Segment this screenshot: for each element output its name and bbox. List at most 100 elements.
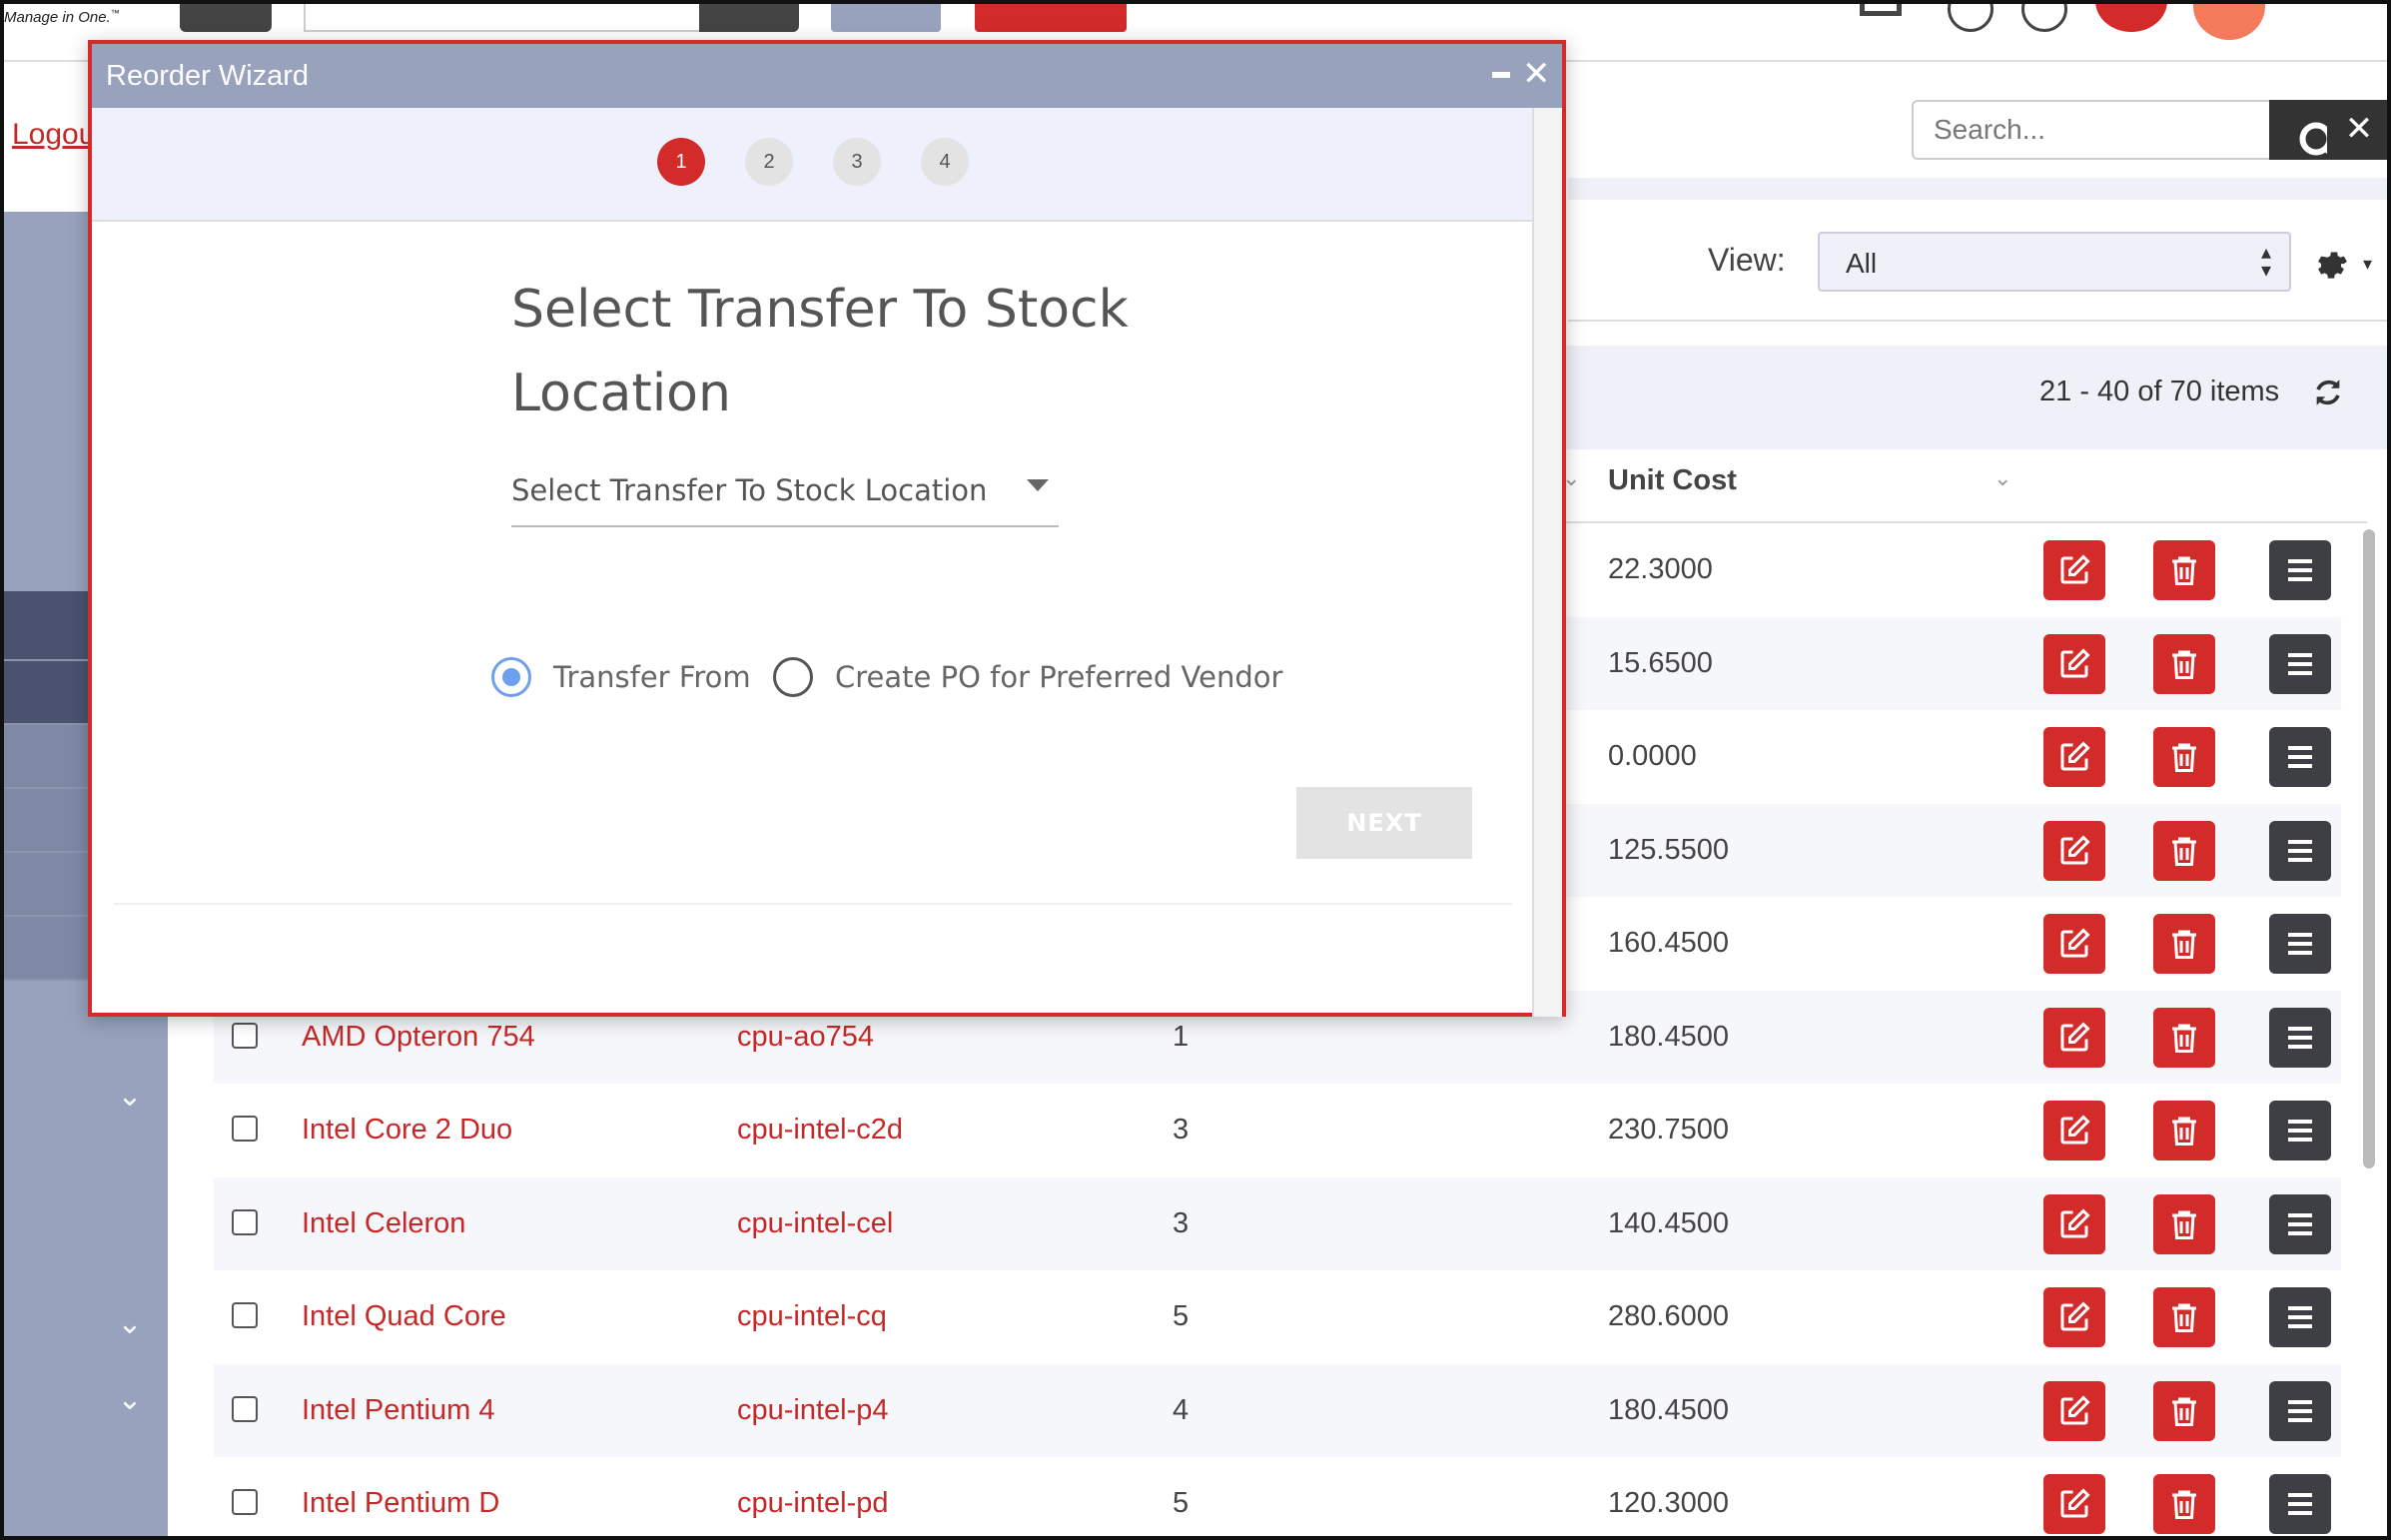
product-name-link[interactable]: Intel Quad Core <box>302 1300 506 1333</box>
sidebar-item-active-sub[interactable] <box>0 661 90 725</box>
modal-title-bar[interactable]: Reorder Wizard ✕ <box>92 44 1562 108</box>
product-sku-link[interactable]: cpu-intel-pd <box>737 1487 889 1520</box>
edit-button[interactable] <box>2043 1474 2105 1534</box>
chevron-down-icon[interactable]: ⌄ <box>114 1308 146 1340</box>
row-menu-button[interactable] <box>2269 633 2331 694</box>
product-sku-link[interactable]: cpu-ao754 <box>737 1021 874 1054</box>
delete-button[interactable] <box>2153 1193 2215 1254</box>
scrollbar[interactable] <box>2363 529 2375 1168</box>
delete-button[interactable] <box>2153 540 2215 600</box>
edit-button[interactable] <box>2043 914 2105 974</box>
wizard-step-3[interactable]: 3 <box>833 138 881 186</box>
delete-button[interactable] <box>2153 1287 2215 1347</box>
edit-button[interactable] <box>2043 540 2105 600</box>
product-name-link[interactable]: AMD Opteron 754 <box>302 1021 535 1054</box>
column-header-unit-cost[interactable]: Unit Cost <box>1608 464 1737 497</box>
product-name-link[interactable]: Intel Pentium D <box>302 1487 499 1520</box>
row-checkbox[interactable] <box>232 1208 258 1235</box>
app-avatar[interactable] <box>2095 0 2167 32</box>
product-name-link[interactable]: Intel Celeron <box>302 1207 465 1240</box>
next-button[interactable]: NEXT <box>1296 787 1472 859</box>
row-menu-button[interactable] <box>2269 1193 2331 1254</box>
row-menu-button[interactable] <box>2269 1474 2331 1534</box>
product-sku-link[interactable]: cpu-intel-c2d <box>737 1114 903 1147</box>
row-menu-button[interactable] <box>2269 1101 2331 1160</box>
stock-location-select[interactable]: Select Transfer To Stock Location <box>511 465 1059 527</box>
close-icon[interactable]: ✕ <box>1522 54 1551 94</box>
radio-transfer-from[interactable]: Transfer From <box>491 655 751 699</box>
edit-button[interactable] <box>2043 1380 2105 1441</box>
edit-icon <box>2060 1207 2090 1237</box>
delete-button[interactable] <box>2153 1007 2215 1068</box>
edit-button[interactable] <box>2043 633 2105 694</box>
main-menu-button[interactable] <box>180 0 272 32</box>
chevron-down-icon[interactable]: ⌄ <box>114 1081 146 1113</box>
row-menu-button[interactable] <box>2269 914 2331 974</box>
help-icon[interactable] <box>1948 0 1993 32</box>
row-menu-button[interactable] <box>2269 1380 2331 1441</box>
radio-selected-icon[interactable] <box>491 657 531 697</box>
product-sku-link[interactable]: cpu-intel-p4 <box>737 1394 889 1427</box>
delete-button[interactable] <box>2153 633 2215 694</box>
wizard-step-4[interactable]: 4 <box>921 138 969 186</box>
row-menu-button[interactable] <box>2269 540 2331 600</box>
sidebar-item-active[interactable] <box>0 591 90 661</box>
delete-button[interactable] <box>2153 914 2215 974</box>
edit-button[interactable] <box>2043 820 2105 881</box>
edit-icon <box>2060 834 2090 864</box>
refresh-icon[interactable] <box>2311 376 2345 409</box>
delete-button[interactable] <box>2153 1380 2215 1441</box>
user-avatar[interactable] <box>2193 0 2265 40</box>
chevron-down-icon[interactable]: ⌄ <box>1993 465 2011 491</box>
wizard-step-2[interactable]: 2 <box>745 138 793 186</box>
sidebar-item[interactable] <box>0 789 90 853</box>
row-checkbox[interactable] <box>232 1302 258 1328</box>
sidebar-item[interactable] <box>0 853 90 917</box>
global-search-button[interactable] <box>699 0 799 32</box>
row-checkbox[interactable] <box>232 1116 258 1142</box>
table-row: Intel Quad Core cpu-intel-cq 5 280.6000 <box>214 1270 2341 1363</box>
edit-button[interactable] <box>2043 1007 2105 1068</box>
chevron-down-icon[interactable]: ⌄ <box>114 1384 146 1416</box>
toolbar-grey-button[interactable] <box>831 0 941 32</box>
search-button[interactable] <box>2269 100 2340 163</box>
fullscreen-icon[interactable] <box>1860 0 1902 16</box>
delete-button[interactable] <box>2153 1474 2215 1534</box>
global-search-input[interactable] <box>304 0 703 32</box>
edit-button[interactable] <box>2043 727 2105 787</box>
table-row: Intel Pentium D cpu-intel-pd 5 120.3000 <box>214 1457 2341 1540</box>
row-checkbox[interactable] <box>232 1489 258 1515</box>
product-name-link[interactable]: Intel Pentium 4 <box>302 1394 494 1427</box>
row-menu-button[interactable] <box>2269 727 2331 787</box>
search-input[interactable]: Search... <box>1912 100 2271 160</box>
close-icon[interactable]: ✕ <box>2327 100 2391 160</box>
delete-button[interactable] <box>2153 1101 2215 1160</box>
toolbar-red-button[interactable] <box>975 0 1127 32</box>
product-qty: 3 <box>1173 1114 1190 1146</box>
row-menu-button[interactable] <box>2269 820 2331 881</box>
radio-create-po[interactable]: Create PO for Preferred Vendor <box>773 655 1282 699</box>
view-select[interactable]: All ▴ ▾ <box>1818 232 2291 292</box>
row-menu-button[interactable] <box>2269 1007 2331 1068</box>
logout-link[interactable]: Logou <box>12 118 95 152</box>
delete-button[interactable] <box>2153 727 2215 787</box>
row-checkbox[interactable] <box>232 1022 258 1049</box>
wizard-step-1[interactable]: 1 <box>657 138 705 186</box>
row-checkbox[interactable] <box>232 1395 258 1422</box>
radio-unselected-icon[interactable] <box>773 657 813 697</box>
row-menu-button[interactable] <box>2269 1287 2331 1347</box>
chevron-down-icon[interactable]: ▾ <box>2363 254 2372 275</box>
delete-button[interactable] <box>2153 820 2215 881</box>
gear-icon[interactable] <box>2313 244 2349 280</box>
edit-button[interactable] <box>2043 1287 2105 1347</box>
notification-icon[interactable] <box>2021 0 2067 32</box>
sidebar-item[interactable] <box>0 725 90 789</box>
edit-button[interactable] <box>2043 1101 2105 1160</box>
sidebar-item[interactable] <box>0 917 90 981</box>
product-sku-link[interactable]: cpu-intel-cq <box>737 1300 887 1333</box>
product-name-link[interactable]: Intel Core 2 Duo <box>302 1114 512 1147</box>
edit-button[interactable] <box>2043 1193 2105 1254</box>
product-sku-link[interactable]: cpu-intel-cel <box>737 1207 893 1240</box>
select-updown-icon: ▴ ▾ <box>2260 242 2271 282</box>
minimize-icon[interactable] <box>1492 72 1510 78</box>
